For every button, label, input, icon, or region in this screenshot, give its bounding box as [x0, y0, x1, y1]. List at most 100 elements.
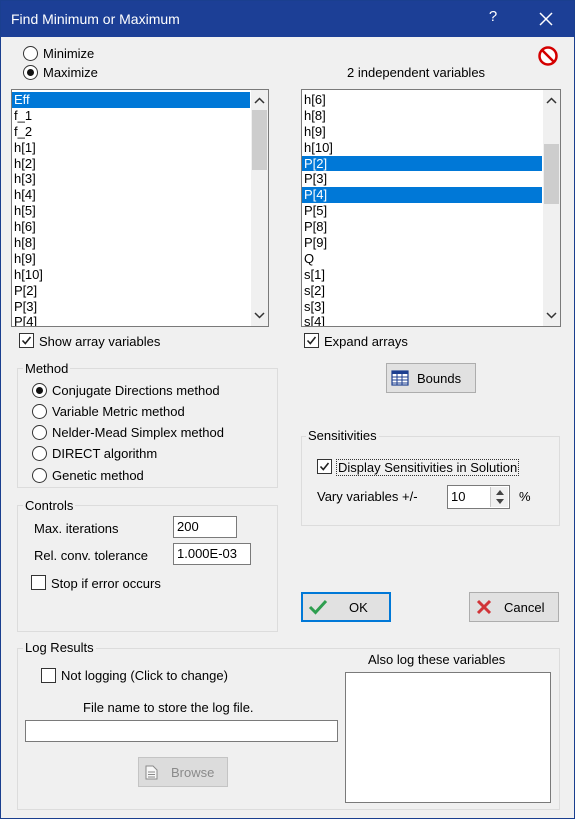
list-item[interactable]: h[4] [12, 187, 250, 203]
independent-variables-list[interactable]: h[6] h[8] h[9] h[10] P[2] P[3] P[4] P[5] P[8] P[9… [301, 89, 561, 327]
list-item[interactable]: P[8] [302, 219, 542, 235]
ok-button-label: OK [349, 600, 368, 615]
objective-list[interactable]: Eff f_1 f_2 h[1] h[2] h[3] h[4] h[5] h[6] h[8] h[9… [11, 89, 269, 327]
checkmark-icon [319, 462, 330, 471]
list-item[interactable]: h[6] [12, 219, 250, 235]
list-item[interactable]: h[3] [12, 171, 250, 187]
close-button[interactable] [531, 5, 561, 33]
list-item[interactable]: P[5] [302, 203, 542, 219]
vary-variables-unit: % [519, 489, 531, 504]
method-group-title: Method [23, 361, 71, 376]
browse-button-label: Browse [171, 765, 215, 780]
document-icon [145, 765, 158, 780]
list-item[interactable]: s[2] [302, 283, 542, 299]
objective-list-scrollbar[interactable] [251, 90, 268, 326]
cancel-button-label: Cancel [504, 600, 545, 615]
list-item[interactable]: h[8] [302, 108, 542, 124]
list-item[interactable]: h[10] [12, 267, 250, 283]
stop-on-error-label[interactable]: Stop if error occurs [51, 576, 161, 591]
list-item[interactable]: s[4] [302, 314, 542, 326]
scroll-up-icon[interactable] [251, 92, 268, 109]
maximize-radio[interactable] [23, 65, 38, 80]
list-item[interactable]: Eff [12, 92, 250, 108]
method-radio[interactable] [32, 425, 47, 440]
method-option-label[interactable]: Nelder-Mead Simplex method [52, 425, 224, 440]
no-entry-icon [538, 46, 558, 66]
list-item[interactable]: P[3] [302, 171, 542, 187]
also-log-variables-list[interactable] [345, 672, 551, 803]
objective-list-scroll-thumb[interactable] [252, 110, 267, 170]
bounds-button-label: Bounds [417, 371, 462, 386]
sensitivities-group [301, 436, 560, 526]
stop-on-error-checkbox[interactable] [31, 575, 46, 590]
checkmark-icon [21, 336, 32, 345]
browse-button[interactable]: Browse [138, 757, 228, 787]
list-item[interactable]: h[1] [12, 140, 250, 156]
display-sensitivities-checkbox[interactable] [317, 459, 332, 474]
method-radio[interactable] [32, 404, 47, 419]
method-radio[interactable] [32, 383, 47, 398]
list-item[interactable]: P[3] [12, 299, 250, 315]
method-option-label[interactable]: Variable Metric method [52, 404, 185, 419]
expand-arrays-label[interactable]: Expand arrays [324, 334, 408, 349]
dialog-title: Find Minimum or Maximum [11, 11, 180, 27]
logging-label[interactable]: Not logging (Click to change) [61, 668, 228, 683]
logging-checkbox[interactable] [41, 668, 56, 683]
display-sensitivities-label[interactable]: Display Sensitivities in Solution [336, 459, 520, 476]
list-item[interactable]: P[2] [302, 155, 542, 172]
maximize-label[interactable]: Maximize [43, 65, 98, 80]
log-file-name-input[interactable] [25, 720, 338, 742]
ok-button[interactable]: OK [301, 592, 391, 622]
checkmark-icon [308, 599, 328, 615]
log-results-group-title: Log Results [23, 640, 96, 655]
scroll-up-icon[interactable] [543, 92, 560, 109]
minimize-label[interactable]: Minimize [43, 46, 94, 61]
variable-list-scrollbar[interactable] [543, 90, 560, 326]
method-option-label[interactable]: Conjugate Directions method [52, 383, 220, 398]
list-item[interactable]: h[8] [12, 235, 250, 251]
method-radio[interactable] [32, 468, 47, 483]
list-item[interactable]: f_1 [12, 108, 250, 124]
tolerance-value: 1.000E-03 [177, 546, 237, 561]
vary-variables-value: 10 [451, 489, 466, 504]
show-array-variables-label[interactable]: Show array variables [39, 334, 160, 349]
also-log-label: Also log these variables [368, 652, 506, 667]
spin-down-icon[interactable] [495, 498, 505, 506]
list-item[interactable]: f_2 [12, 124, 250, 140]
list-item[interactable]: s[1] [302, 267, 542, 283]
scroll-down-icon[interactable] [543, 307, 560, 324]
variable-list-scroll-thumb[interactable] [544, 144, 559, 204]
minimize-radio[interactable] [23, 46, 38, 61]
method-option-label[interactable]: Genetic method [52, 468, 144, 483]
clear-selection-button[interactable] [537, 45, 559, 67]
list-item[interactable]: h[2] [12, 156, 250, 172]
list-item[interactable]: h[5] [12, 203, 250, 219]
max-iterations-value: 200 [177, 519, 199, 534]
vary-variables-spinner[interactable] [490, 487, 508, 507]
method-radio[interactable] [32, 446, 47, 461]
tolerance-input[interactable]: 1.000E-03 [173, 543, 251, 565]
list-item[interactable]: Q [302, 251, 542, 267]
method-option-label[interactable]: DIRECT algorithm [52, 446, 157, 461]
title-bar: Find Minimum or Maximum ? [1, 1, 574, 37]
cancel-button[interactable]: Cancel [469, 592, 559, 622]
find-min-max-dialog: Find Minimum or Maximum ? Minimize Maxim… [0, 0, 575, 819]
list-item[interactable]: h[10] [302, 140, 542, 156]
list-item[interactable]: P[4] [302, 187, 542, 204]
list-item[interactable]: h[6] [302, 92, 542, 108]
bounds-button[interactable]: Bounds [386, 363, 476, 393]
max-iterations-input[interactable]: 200 [173, 516, 237, 538]
list-item[interactable]: s[3] [302, 299, 542, 315]
expand-arrays-checkbox[interactable] [304, 333, 319, 348]
show-array-variables-checkbox[interactable] [19, 333, 34, 348]
list-item[interactable]: h[9] [12, 251, 250, 267]
sensitivities-group-title: Sensitivities [306, 428, 379, 443]
max-iterations-label: Max. iterations [34, 521, 119, 536]
list-item[interactable]: h[9] [302, 124, 542, 140]
spin-up-icon[interactable] [495, 488, 505, 496]
list-item[interactable]: P[4] [12, 314, 250, 326]
list-item[interactable]: P[9] [302, 235, 542, 251]
list-item[interactable]: P[2] [12, 283, 250, 299]
scroll-down-icon[interactable] [251, 307, 268, 324]
help-button[interactable]: ? [483, 8, 503, 25]
